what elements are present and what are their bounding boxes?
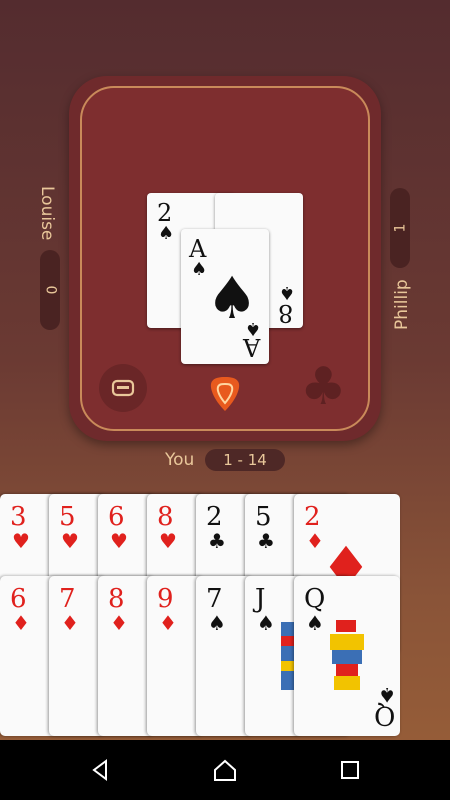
you-label: You <box>165 450 195 470</box>
home-icon <box>214 759 236 781</box>
recents-button[interactable] <box>334 754 366 786</box>
home-button[interactable] <box>209 754 241 786</box>
club-icon: ♣ <box>300 357 347 417</box>
chat-icon <box>111 379 135 397</box>
you-score: 1 - 14 <box>205 449 285 471</box>
guitar-pick-button[interactable] <box>209 376 241 412</box>
right-player-name: Phillip <box>392 279 412 330</box>
navigation-bar <box>0 740 450 800</box>
right-player-score: 1 <box>390 188 410 268</box>
guitar-pick-icon <box>210 377 240 411</box>
left-player-name: Louise <box>37 186 57 241</box>
chat-button[interactable] <box>99 364 147 412</box>
left-player-score: 0 <box>40 250 60 330</box>
back-button[interactable] <box>84 754 116 786</box>
back-icon <box>92 759 107 781</box>
played-card-ace-spades: A ♠ ♠ ♠ A <box>181 229 269 364</box>
hand-card[interactable]: Q ♠ ♠ Q <box>294 576 400 736</box>
recents-icon <box>341 761 359 779</box>
queen-figure-icon <box>330 620 364 690</box>
